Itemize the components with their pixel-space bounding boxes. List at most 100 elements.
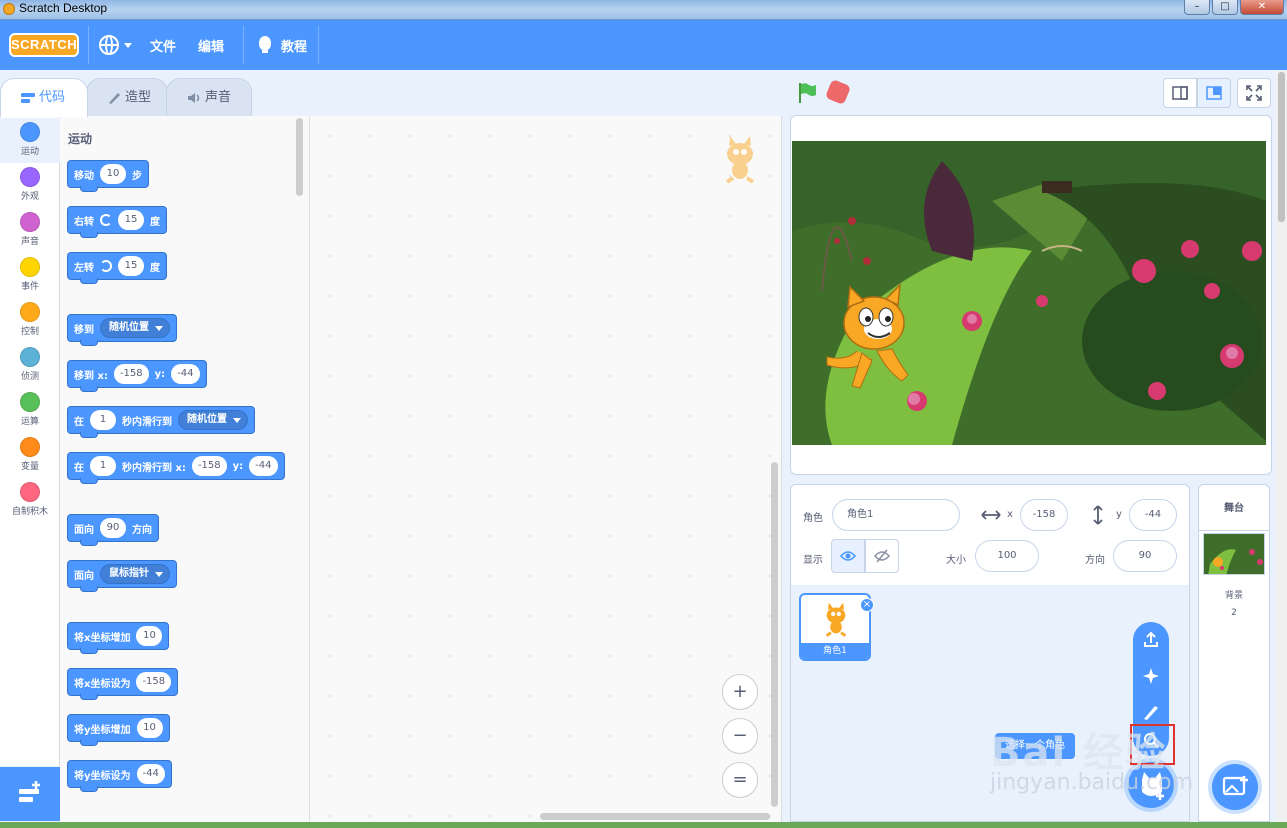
show-sprite-button[interactable] bbox=[831, 539, 865, 573]
block-input[interactable]: -158 bbox=[113, 364, 149, 384]
category-label: 声音 bbox=[20, 237, 39, 247]
green-flag-icon[interactable] bbox=[796, 82, 818, 104]
block-input[interactable]: 10 bbox=[136, 626, 163, 646]
app-icon bbox=[3, 3, 15, 15]
block-text: 右转 bbox=[74, 216, 94, 228]
block-goto-xy[interactable]: 移到 x: -158 y: -44 bbox=[67, 360, 207, 392]
minimize-button[interactable]: – bbox=[1184, 0, 1210, 15]
normal-stage-button[interactable] bbox=[1197, 78, 1231, 108]
brush-icon bbox=[109, 93, 120, 104]
delete-sprite-button[interactable]: × bbox=[860, 598, 874, 612]
y-input[interactable]: -44 bbox=[1129, 499, 1177, 531]
vertical-arrows-icon bbox=[1093, 505, 1103, 525]
block-dropdown[interactable]: 随机位置 bbox=[178, 410, 248, 430]
block-dropdown[interactable]: 随机位置 bbox=[100, 318, 170, 338]
block-text: 方向 bbox=[132, 524, 152, 536]
block-input[interactable]: -44 bbox=[171, 364, 200, 384]
block-goto[interactable]: 移到 随机位置 bbox=[67, 314, 177, 346]
block-input[interactable]: -158 bbox=[191, 456, 227, 476]
fullscreen-icon bbox=[1246, 85, 1262, 101]
block-input[interactable]: 15 bbox=[118, 210, 144, 230]
block-input[interactable]: -44 bbox=[136, 764, 165, 784]
block-input[interactable]: -44 bbox=[249, 456, 278, 476]
block-change-y[interactable]: 将y坐标增加 10 bbox=[67, 714, 170, 746]
block-input[interactable]: 10 bbox=[136, 718, 163, 738]
block-turn-right[interactable]: 右转 15 度 bbox=[67, 206, 167, 238]
block-dropdown[interactable]: 鼠标指针 bbox=[100, 564, 170, 584]
sprite-name-input[interactable]: 角色1 bbox=[832, 499, 960, 531]
block-glide-to[interactable]: 在 1 秒内滑行到 随机位置 bbox=[67, 406, 255, 438]
tab-code[interactable]: 代码 bbox=[0, 78, 88, 117]
category-my-blocks[interactable]: 自制积木 bbox=[0, 478, 60, 523]
block-input[interactable]: -158 bbox=[136, 672, 172, 692]
maximize-button[interactable]: □ bbox=[1212, 0, 1238, 15]
palette-section-title: 运动 bbox=[68, 132, 93, 146]
window-vertical-scrollbar[interactable] bbox=[1276, 70, 1287, 822]
block-change-x[interactable]: 将x坐标增加 10 bbox=[67, 622, 170, 654]
backdrops-label: 背景 bbox=[1224, 591, 1243, 601]
menu-edit[interactable]: 编辑 bbox=[198, 36, 224, 55]
stop-button[interactable] bbox=[824, 78, 852, 106]
upload-icon[interactable] bbox=[1141, 630, 1161, 650]
category-sensing[interactable]: 侦测 bbox=[0, 343, 60, 388]
block-text: 将x坐标设为 bbox=[74, 678, 131, 690]
x-input[interactable]: -158 bbox=[1020, 499, 1068, 531]
tab-sounds[interactable]: 声音 bbox=[166, 78, 252, 116]
block-input[interactable]: 1 bbox=[90, 456, 116, 476]
category-variables[interactable]: 变量 bbox=[0, 433, 60, 478]
script-workspace[interactable]: + − = bbox=[310, 116, 782, 822]
surprise-icon[interactable] bbox=[1141, 666, 1161, 686]
stage-thumbnail bbox=[1203, 533, 1265, 575]
category-sound[interactable]: 声音 bbox=[0, 208, 60, 253]
zoom-out-button[interactable]: − bbox=[722, 718, 758, 754]
block-point-towards[interactable]: 面向 鼠标指针 bbox=[67, 560, 177, 592]
stage[interactable] bbox=[790, 115, 1272, 475]
language-globe-icon[interactable] bbox=[99, 35, 119, 55]
normal-stage-icon bbox=[1206, 86, 1222, 100]
block-text: 在 bbox=[74, 416, 84, 428]
fullscreen-button[interactable] bbox=[1237, 78, 1271, 108]
block-point-direction[interactable]: 面向 90 方向 bbox=[67, 514, 159, 546]
block-input[interactable]: 15 bbox=[118, 256, 144, 276]
zoom-reset-button[interactable]: = bbox=[722, 762, 758, 798]
scratch-logo[interactable]: SCRATCH bbox=[9, 33, 79, 57]
show-label: 显示 bbox=[803, 555, 823, 566]
lightbulb-icon bbox=[259, 36, 271, 53]
add-extension-button[interactable] bbox=[0, 767, 60, 821]
block-set-x[interactable]: 将x坐标设为 -158 bbox=[67, 668, 179, 700]
category-looks[interactable]: 外观 bbox=[0, 163, 60, 208]
direction-label: 方向 bbox=[1085, 555, 1105, 566]
palette-scrollbar[interactable] bbox=[296, 118, 303, 196]
add-backdrop-button[interactable] bbox=[1212, 764, 1258, 810]
block-move-steps[interactable]: 移动 10 步 bbox=[67, 160, 149, 192]
category-operators[interactable]: 运算 bbox=[0, 388, 60, 433]
hide-sprite-button[interactable] bbox=[865, 539, 899, 573]
looks-dot bbox=[20, 167, 40, 187]
workspace-horizontal-scrollbar[interactable] bbox=[540, 813, 770, 820]
category-control[interactable]: 控制 bbox=[0, 298, 60, 343]
taskbar-edge bbox=[0, 822, 1287, 828]
paint-icon[interactable] bbox=[1141, 702, 1161, 722]
size-label: 大小 bbox=[946, 555, 966, 566]
zoom-in-button[interactable]: + bbox=[722, 674, 758, 710]
size-input[interactable]: 100 bbox=[975, 540, 1039, 572]
category-motion[interactable]: 运动 bbox=[0, 118, 60, 163]
direction-input[interactable]: 90 bbox=[1113, 540, 1177, 572]
tab-costumes[interactable]: 造型 bbox=[86, 78, 168, 116]
workspace-vertical-scrollbar[interactable] bbox=[771, 462, 778, 807]
menu-file[interactable]: 文件 bbox=[150, 36, 176, 55]
small-stage-button[interactable] bbox=[1163, 78, 1197, 108]
block-input[interactable]: 1 bbox=[90, 410, 116, 430]
block-text: 在 bbox=[74, 462, 84, 474]
block-input[interactable]: 10 bbox=[100, 164, 126, 184]
block-set-y[interactable]: 将y坐标设为 -44 bbox=[67, 760, 172, 792]
block-text: 移到 bbox=[74, 324, 94, 336]
my-blocks-dot bbox=[20, 482, 40, 502]
block-turn-left[interactable]: 左转 15 度 bbox=[67, 252, 167, 284]
category-events[interactable]: 事件 bbox=[0, 253, 60, 298]
menu-tutorials[interactable]: 教程 bbox=[281, 36, 307, 55]
close-button[interactable]: ✕ bbox=[1240, 0, 1284, 15]
block-glide-xy[interactable]: 在 1 秒内滑行到 x: -158 y: -44 bbox=[67, 452, 285, 484]
block-input[interactable]: 90 bbox=[100, 518, 126, 538]
block-text: 移动 bbox=[74, 170, 94, 182]
